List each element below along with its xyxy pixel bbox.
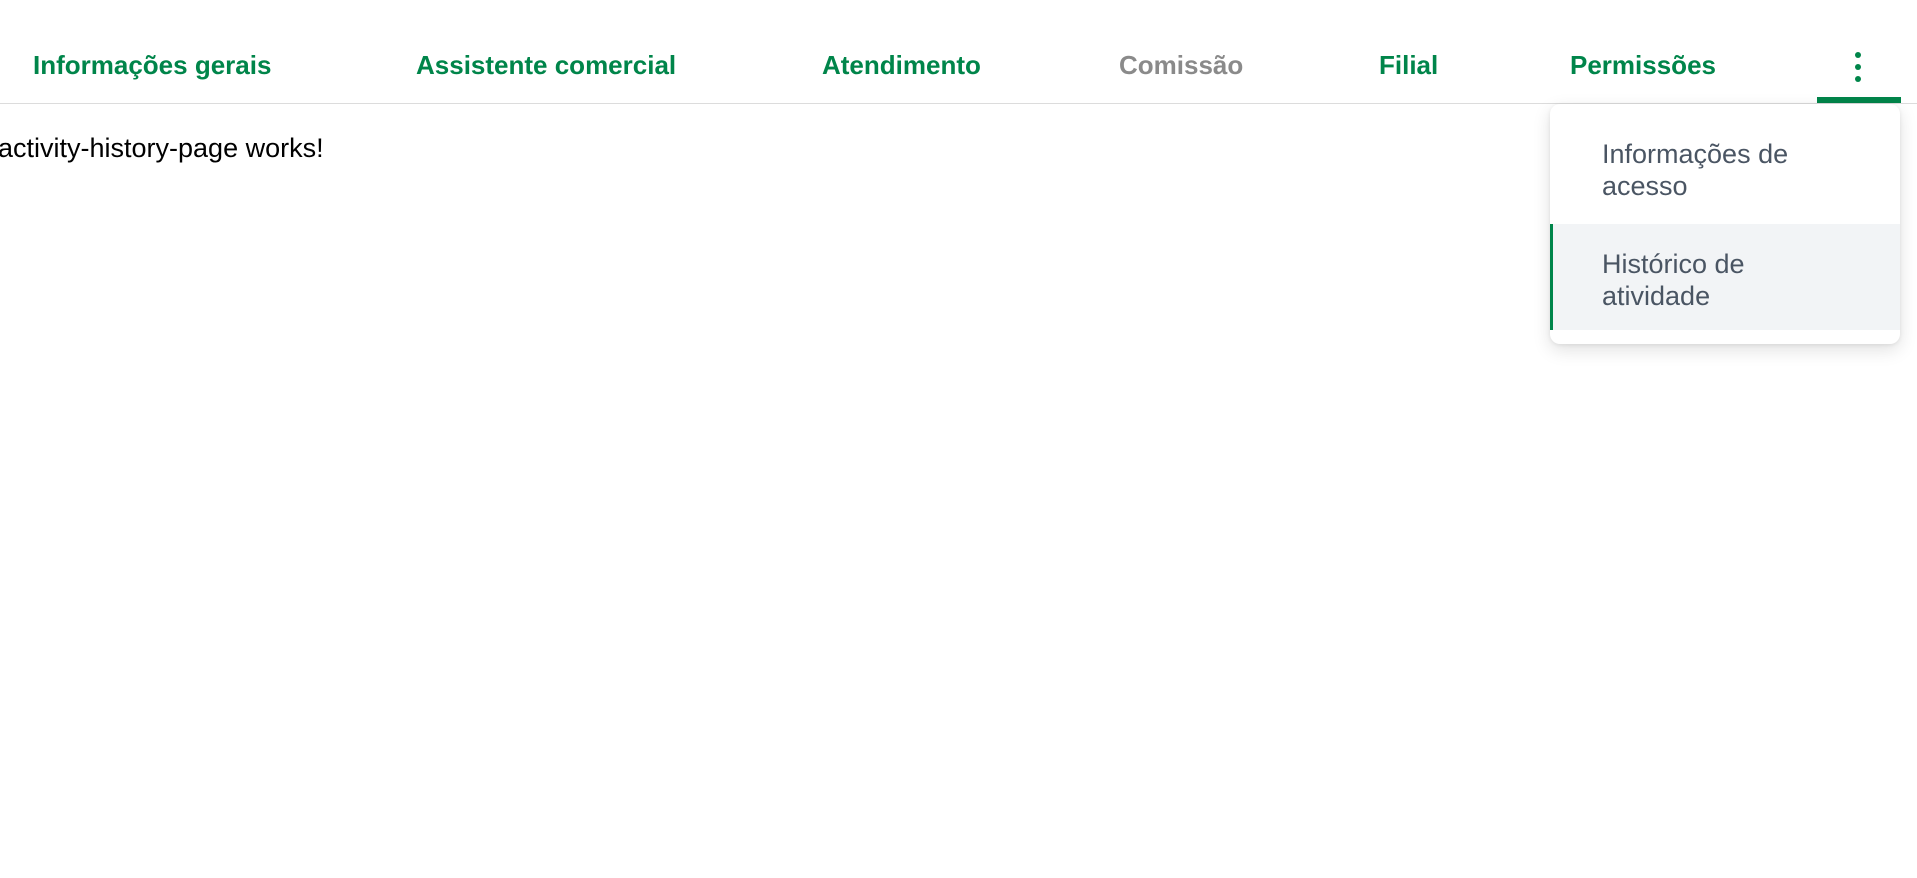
active-tab-indicator bbox=[1817, 97, 1901, 103]
menu-item-access-info[interactable]: Informações de acesso bbox=[1550, 104, 1900, 210]
tab-more[interactable] bbox=[1817, 40, 1901, 103]
tab-general-info[interactable]: Informações gerais bbox=[33, 50, 271, 81]
more-tabs-dropdown-menu: Informações de acesso Histórico de ativi… bbox=[1550, 104, 1900, 344]
more-vertical-icon bbox=[1855, 52, 1863, 84]
tab-commission[interactable]: Comissão bbox=[1119, 50, 1243, 81]
tab-bar: Informações gerais Assistente comercial … bbox=[0, 0, 1917, 104]
tab-service[interactable]: Atendimento bbox=[822, 50, 981, 81]
tab-commercial-assistant[interactable]: Assistente comercial bbox=[416, 50, 676, 81]
tab-permissions[interactable]: Permissões bbox=[1570, 50, 1716, 81]
menu-item-activity-history[interactable]: Histórico de atividade bbox=[1550, 224, 1900, 330]
page-content-text: activity-history-page works! bbox=[0, 133, 324, 163]
tab-branch[interactable]: Filial bbox=[1379, 50, 1438, 81]
